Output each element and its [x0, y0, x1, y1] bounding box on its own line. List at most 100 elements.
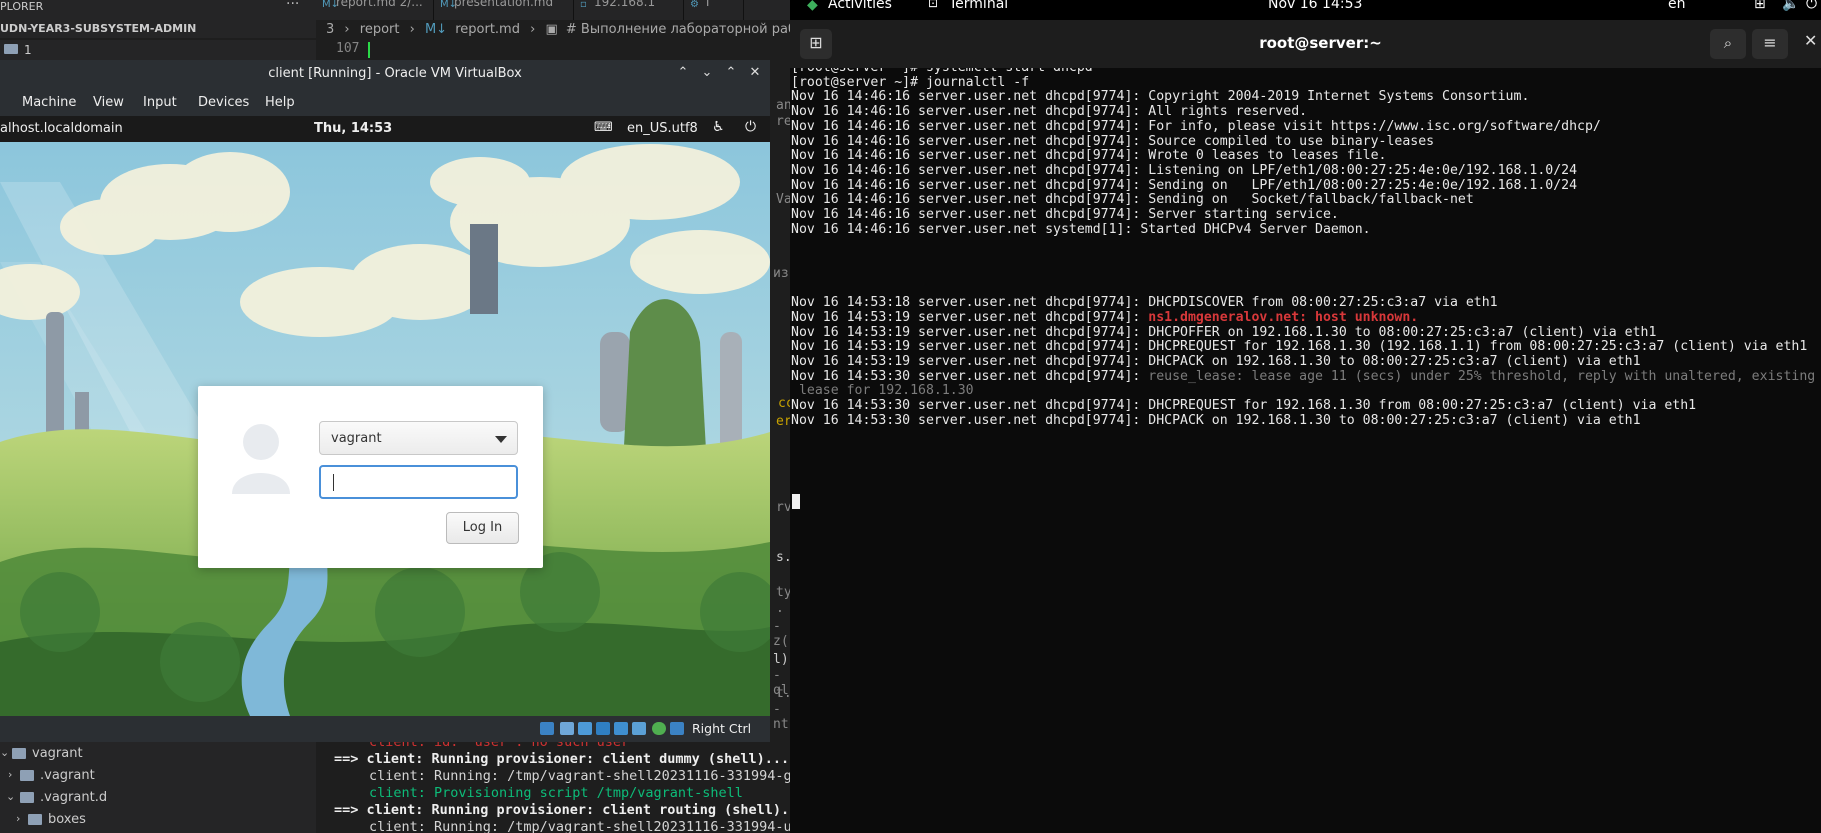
menu-devices[interactable]: Devices: [198, 95, 249, 110]
power-icon[interactable]: ⏻: [745, 119, 756, 135]
tree-item-label: boxes: [48, 812, 86, 827]
optical-drive-icon[interactable]: [540, 722, 554, 735]
close-button[interactable]: ✕: [746, 64, 764, 82]
terminal-line: Nov 16 14:46:16 server.user.net systemd[…: [791, 222, 1371, 239]
more-actions-icon[interactable]: ···: [286, 0, 299, 12]
terminal-line-text: Nov 16 14:46:16 server.user.net dhcpd[97…: [791, 104, 1308, 120]
chevron-down-icon: ⌄: [0, 746, 10, 759]
terminal-line-text: Nov 16 14:46:16 server.user.net systemd[…: [791, 221, 1371, 237]
chevron-right-icon: ›: [8, 768, 13, 781]
tab-label: presentation.md: [454, 0, 554, 9]
activities-button[interactable]: Activities: [828, 0, 892, 12]
accessibility-icon[interactable]: ♿: [712, 119, 725, 135]
markdown-icon: M↓: [424, 22, 448, 37]
tree-item-vagrant[interactable]: ⌄ vagrant: [0, 743, 316, 765]
editor-cursor: [368, 42, 370, 58]
terminal-line-text: Nov 16 14:46:16 server.user.net dhcpd[97…: [791, 162, 1578, 178]
folder-icon: [4, 44, 18, 54]
menu-button[interactable]: ≡: [1752, 29, 1788, 59]
display-icon[interactable]: [632, 722, 646, 735]
terminal-line: Nov 16 14:53:30 server.user.net dhcpd[97…: [791, 413, 1641, 430]
vm-status-bar: Right Ctrl: [0, 716, 770, 742]
host-key-label[interactable]: Right Ctrl: [692, 721, 751, 736]
password-input[interactable]: [319, 465, 518, 499]
usb-icon[interactable]: [596, 722, 610, 735]
file-icon: ▫: [580, 0, 587, 10]
volume-icon[interactable]: 🔈: [1782, 0, 1799, 12]
shared-folders-icon[interactable]: [614, 722, 628, 735]
tree-item-boxes[interactable]: › boxes: [0, 809, 316, 831]
close-button[interactable]: ✕: [1804, 31, 1817, 50]
breadcrumb-item[interactable]: 3: [326, 22, 334, 37]
tree-item-label: .vagrant.d: [40, 790, 108, 805]
terminal-headerbar[interactable]: ⊞ root@server:~ ⌕ ≡ ✕: [790, 20, 1821, 68]
guest-hostname: alhost.localdomain: [0, 121, 123, 136]
breadcrumb-item[interactable]: report: [360, 22, 400, 37]
clock[interactable]: Nov 16 14:53: [1268, 0, 1362, 12]
terminal-line-text: Nov 16 14:46:16 server.user.net dhcpd[97…: [791, 89, 1530, 105]
terminal-line: client: Running: /tmp/vagrant-shell20231…: [369, 819, 790, 833]
tree-item-vagrant-d[interactable]: ⌄ .vagrant.d: [0, 787, 316, 809]
terminal-title: root@server:~: [1259, 34, 1382, 52]
terminal-line-text: Nov 16 14:53:19 server.user.net dhcpd[97…: [791, 339, 1808, 355]
breadcrumb: 3 › report › M↓ report.md › ▣ # Выполнен…: [316, 20, 822, 40]
search-button[interactable]: ⌕: [1710, 29, 1746, 59]
minimize-button[interactable]: ⌄: [698, 64, 716, 82]
fedora-logo-icon: ◆: [807, 0, 818, 13]
folder-icon: [28, 814, 42, 825]
integrated-terminal[interactable]: client: id: 'user': no such user ==> cli…: [316, 734, 790, 833]
tab-presentation[interactable]: M↓ presentation.md: [434, 0, 574, 22]
user-avatar-icon: [232, 424, 290, 494]
mouse-integration-icon[interactable]: [670, 722, 684, 735]
login-dialog: vagrant Log In: [198, 386, 543, 568]
tab-report[interactable]: M↓ report.md 2/...: [316, 0, 434, 22]
chevron-right-icon: ›: [530, 22, 536, 37]
network-icon[interactable]: ⊞: [1754, 0, 1766, 12]
terminal-line-text: Nov 16 14:53:30 server.user.net dhcpd[97…: [791, 368, 1149, 384]
guest-clock[interactable]: Thu, 14:53: [314, 121, 392, 136]
app-menu-terminal[interactable]: Terminal: [949, 0, 1008, 12]
power-icon[interactable]: ⏻: [1806, 0, 1817, 12]
guest-locale[interactable]: en_US.utf8: [627, 121, 698, 136]
breadcrumb-item[interactable]: report.md: [455, 22, 520, 37]
network-icon[interactable]: [578, 722, 592, 735]
keyboard-icon[interactable]: ⌨: [594, 120, 613, 135]
terminal-line-text: Nov 16 14:53:19 server.user.net dhcpd[97…: [791, 309, 1149, 325]
terminal-line-text: Nov 16 14:46:16 server.user.net dhcpd[97…: [791, 207, 1339, 222]
terminal-line-text: [root@server ~]# journalctl -f: [791, 74, 1030, 90]
folder-icon: [20, 792, 34, 803]
keep-above-icon[interactable]: ⌃: [674, 64, 692, 82]
login-button[interactable]: Log In: [446, 512, 519, 544]
window-title: client [Running] - Oracle VM VirtualBox: [268, 66, 522, 81]
tab-label: report.md: [336, 0, 396, 9]
tab-settings[interactable]: ⚙ Т: [684, 0, 744, 22]
tab-ip-file[interactable]: ▫ 192.168.1: [574, 0, 684, 22]
user-select[interactable]: vagrant: [319, 421, 518, 455]
terminal-line-text: Nov 16 14:53:19 server.user.net dhcpd[97…: [791, 354, 1641, 369]
maximize-button[interactable]: ⌃: [722, 64, 740, 82]
tree-item-dot-vagrant[interactable]: › .vagrant: [0, 765, 316, 787]
recording-icon[interactable]: [652, 722, 666, 735]
workspace-item[interactable]: 1: [0, 40, 316, 60]
input-source[interactable]: en: [1668, 0, 1686, 12]
chevron-down-icon: ⌄: [6, 790, 16, 803]
text-caret: [333, 474, 334, 491]
line-number: 107: [336, 41, 360, 56]
folder-icon: [20, 770, 34, 781]
tree-item-label: .vagrant: [40, 768, 95, 783]
workspace-title[interactable]: UDN-YEAR3-SUBSYSTEM-ADMIN: [0, 20, 316, 38]
file-tree: ⌄ vagrant › .vagrant ⌄ .vagrant.d › boxe…: [0, 740, 316, 833]
terminal-output[interactable]: [root@server ~]# systemctl start dhcpd[r…: [790, 68, 1821, 833]
guest-display[interactable]: alhost.localdomain Thu, 14:53 ⌨ en_US.ut…: [0, 116, 770, 716]
audio-icon[interactable]: [560, 722, 574, 735]
user-select-value: vagrant: [331, 431, 382, 446]
menu-view[interactable]: View: [93, 95, 124, 110]
terminal-line-text: Nov 16 14:53:19 server.user.net dhcpd[97…: [791, 324, 1657, 340]
menu-input[interactable]: Input: [143, 95, 177, 110]
menu-help[interactable]: Help: [265, 95, 295, 110]
gear-icon: ⚙: [690, 0, 699, 10]
window-titlebar[interactable]: client [Running] - Oracle VM VirtualBox …: [0, 60, 770, 87]
menu-machine[interactable]: Machine: [22, 95, 76, 110]
chevron-down-icon: [495, 436, 507, 443]
breadcrumb-item[interactable]: # Выполнение лабораторной работы: [566, 22, 822, 37]
